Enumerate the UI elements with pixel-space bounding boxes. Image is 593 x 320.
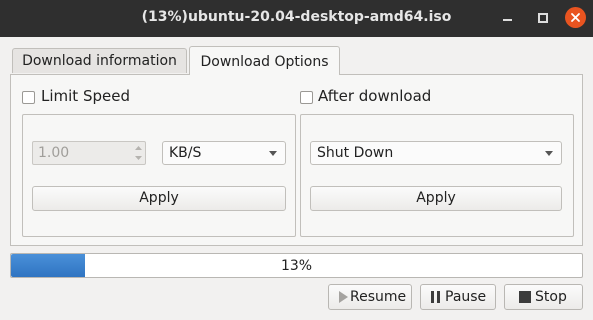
chevron-down-icon <box>269 151 277 156</box>
tab-download-options[interactable]: Download Options <box>189 46 340 75</box>
resume-button[interactable]: Resume <box>328 284 412 310</box>
tab-download-information[interactable]: Download information <box>12 48 187 73</box>
limit-speed-group: 1.00 KB/S Apply <box>22 114 296 237</box>
limit-speed-checkbox[interactable] <box>22 91 35 104</box>
close-icon[interactable] <box>565 7 586 28</box>
pause-button[interactable]: Pause <box>420 284 496 310</box>
spin-arrows-icon[interactable] <box>133 143 144 163</box>
stop-label: Stop <box>535 289 567 305</box>
minimize-icon[interactable] <box>498 8 518 28</box>
play-icon <box>339 291 348 303</box>
close-x-glyph <box>571 13 580 22</box>
download-options-panel: Limit Speed 1.00 KB/S Apply After downlo… <box>10 74 583 246</box>
title-bar: (13%)ubuntu-20.04-desktop-amd64.iso <box>0 0 593 37</box>
stop-icon <box>519 291 531 303</box>
stop-button[interactable]: Stop <box>504 284 583 310</box>
after-download-group: Shut Down Apply <box>300 114 574 237</box>
maximize-icon[interactable] <box>532 8 552 28</box>
pause-label: Pause <box>445 289 487 305</box>
progress-percent-label: 13% <box>280 258 313 274</box>
limit-speed-apply-button[interactable]: Apply <box>32 186 286 211</box>
after-download-checkbox[interactable] <box>300 91 313 104</box>
chevron-down-icon <box>545 151 553 156</box>
resume-label: Resume <box>350 289 407 305</box>
pause-icon <box>431 291 440 303</box>
download-progress-bar: 13% <box>10 253 583 278</box>
speed-value: 1.00 <box>38 145 70 161</box>
limit-speed-label: Limit Speed <box>41 87 130 105</box>
speed-value-spinbox[interactable]: 1.00 <box>32 141 146 165</box>
speed-unit-value: KB/S <box>169 145 202 161</box>
after-download-apply-button[interactable]: Apply <box>310 186 562 211</box>
after-download-action: Shut Down <box>317 145 394 161</box>
after-download-label: After download <box>318 87 432 105</box>
after-download-select[interactable]: Shut Down <box>310 141 562 165</box>
speed-unit-select[interactable]: KB/S <box>162 141 286 165</box>
